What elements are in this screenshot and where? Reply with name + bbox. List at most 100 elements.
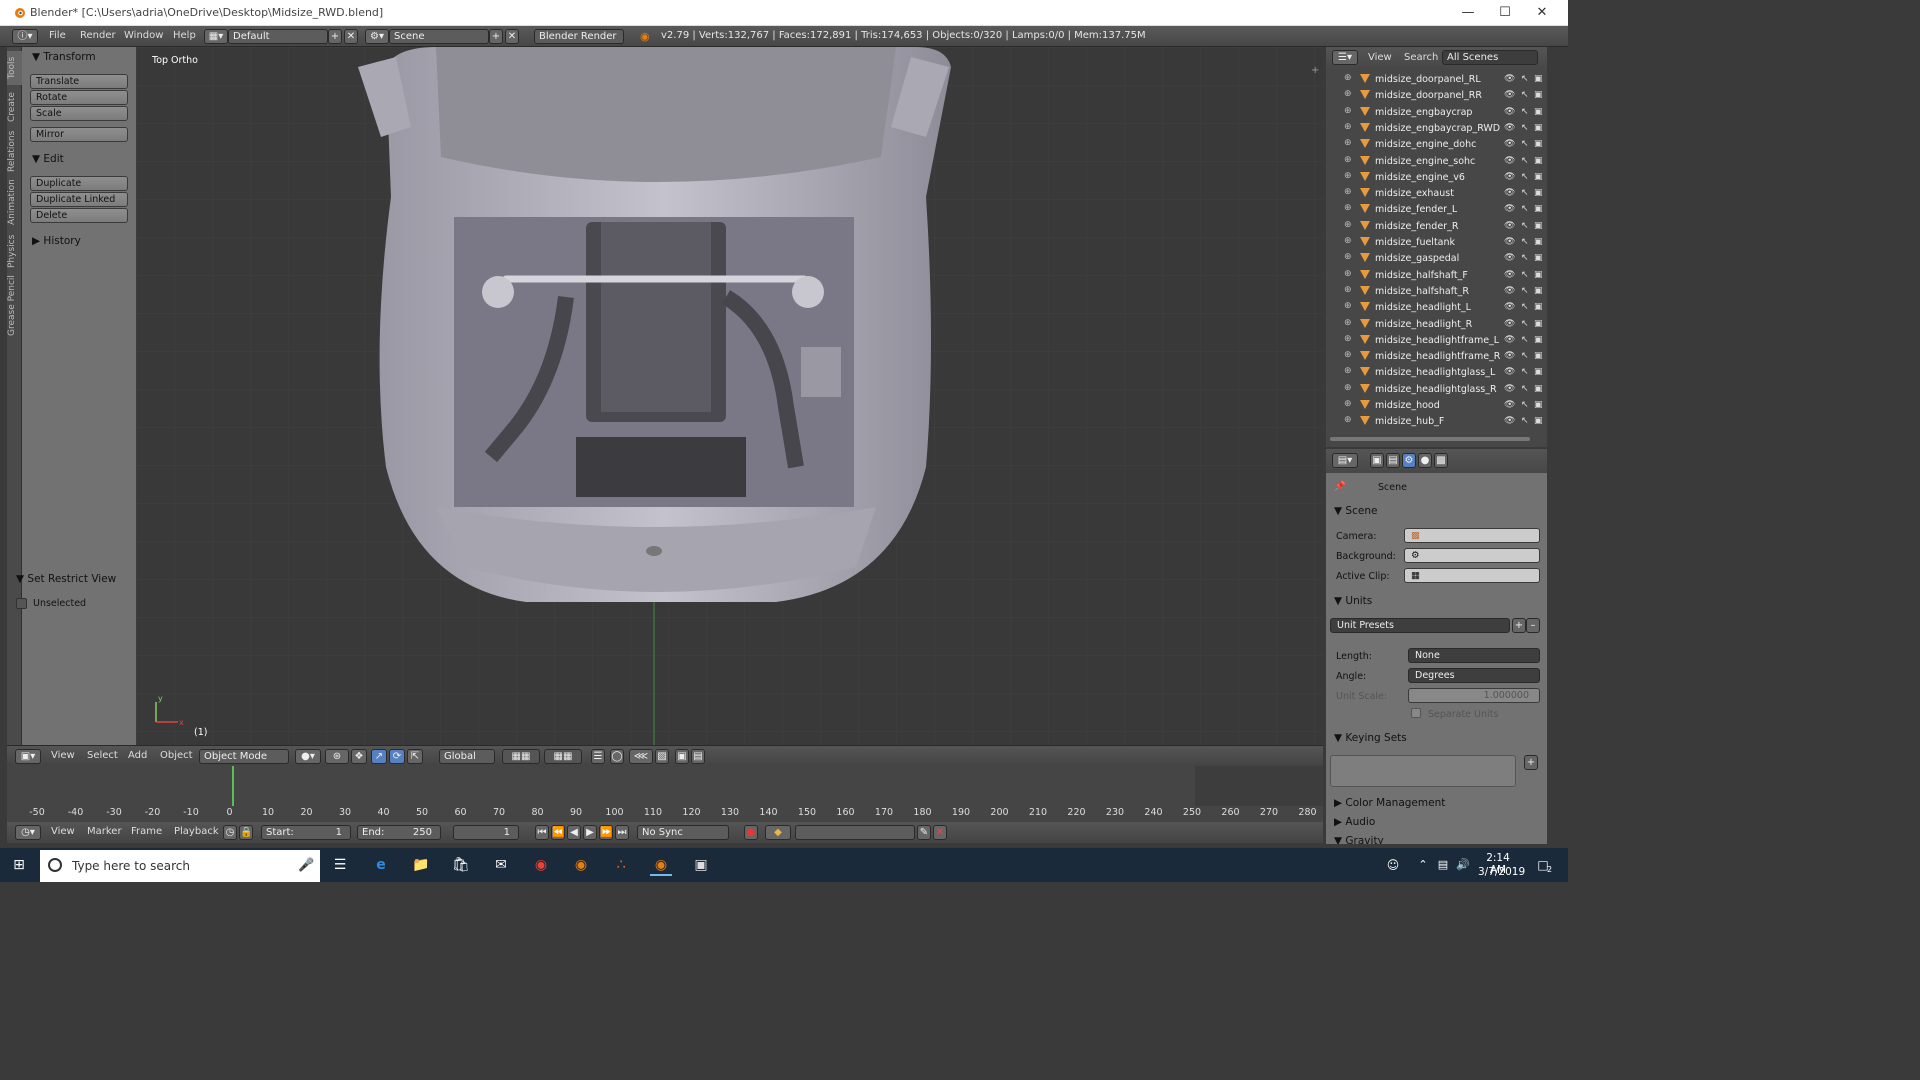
timeline[interactable]: -50 -40 -30 -20 -10 0 10 20 30 40 50 60 70 80 90 100 110… bbox=[7, 766, 1323, 822]
selectability-cursor-icon[interactable]: ↖ bbox=[1521, 351, 1529, 361]
blender-app-icon[interactable]: ◉ bbox=[570, 854, 592, 876]
unit-presets-select[interactable]: Unit Presets bbox=[1330, 618, 1510, 633]
preview-range-icon[interactable]: ◷ bbox=[223, 825, 237, 840]
render-camera-icon[interactable]: ▣ bbox=[1534, 302, 1543, 312]
visibility-eye-icon[interactable]: 👁 bbox=[1504, 107, 1515, 117]
render-camera-icon[interactable]: ▣ bbox=[1534, 351, 1543, 361]
render-camera-icon[interactable]: ▣ bbox=[1534, 221, 1543, 231]
menu-file[interactable]: File bbox=[49, 30, 66, 41]
outliner-item[interactable]: ⊕ midsize_hood 👁 ↖ ▣ bbox=[1326, 399, 1544, 415]
expand-icon[interactable]: ⊕ bbox=[1344, 415, 1352, 425]
selectability-cursor-icon[interactable]: ↖ bbox=[1521, 253, 1529, 263]
edge-browser-icon[interactable]: e bbox=[370, 854, 392, 876]
keying-sets-list[interactable] bbox=[1330, 755, 1516, 787]
expand-icon[interactable]: ⊕ bbox=[1344, 187, 1352, 197]
expand-icon[interactable]: ⊕ bbox=[1344, 366, 1352, 376]
outliner-view-menu[interactable]: View bbox=[1368, 52, 1392, 63]
scene-tab-icon[interactable]: ⚙ bbox=[1402, 453, 1416, 468]
visibility-eye-icon[interactable]: 👁 bbox=[1504, 123, 1515, 133]
visibility-eye-icon[interactable]: 👁 bbox=[1504, 156, 1515, 166]
expand-icon[interactable]: ⊕ bbox=[1344, 73, 1352, 83]
angle-select[interactable]: Degrees bbox=[1408, 668, 1540, 683]
outliner-item[interactable]: ⊕ midsize_engine_dohc 👁 ↖ ▣ bbox=[1326, 138, 1544, 154]
render-camera-icon[interactable]: ▣ bbox=[1534, 253, 1543, 263]
remove-layout-icon[interactable]: ✕ bbox=[344, 29, 358, 44]
render-camera-icon[interactable]: ▣ bbox=[1534, 335, 1543, 345]
rotate-button[interactable]: Rotate bbox=[30, 90, 128, 105]
expand-icon[interactable]: ⊕ bbox=[1344, 155, 1352, 165]
render-camera-icon[interactable]: ▣ bbox=[1534, 156, 1543, 166]
view-menu[interactable]: View bbox=[51, 750, 75, 761]
history-panel-header[interactable]: ▶ History bbox=[32, 235, 81, 247]
add-preset-icon[interactable]: + bbox=[1512, 618, 1526, 633]
render-icon[interactable]: ▣ bbox=[675, 749, 689, 764]
layer-lock-icon[interactable]: ☰ bbox=[591, 749, 605, 764]
end-frame-field[interactable]: End: 250 bbox=[357, 825, 441, 840]
visibility-eye-icon[interactable]: 👁 bbox=[1504, 335, 1515, 345]
start-windows-icon[interactable]: ⊞ bbox=[8, 854, 30, 876]
maximize-button[interactable]: ☐ bbox=[1487, 2, 1523, 24]
outliner-item[interactable]: ⊕ midsize_doorpanel_RL 👁 ↖ ▣ bbox=[1326, 73, 1544, 89]
audio-header[interactable]: ▶ Audio bbox=[1334, 816, 1375, 828]
visibility-eye-icon[interactable]: 👁 bbox=[1504, 90, 1515, 100]
gravity-header[interactable]: ▼ Gravity bbox=[1334, 835, 1384, 844]
outliner-item[interactable]: ⊕ midsize_headlight_L 👁 ↖ ▣ bbox=[1326, 301, 1544, 317]
render-camera-icon[interactable]: ▣ bbox=[1534, 416, 1543, 426]
expand-icon[interactable]: ⊕ bbox=[1344, 269, 1352, 279]
orientation-select[interactable]: Global bbox=[439, 749, 495, 764]
render-anim-icon[interactable]: ▤ bbox=[691, 749, 705, 764]
selectability-cursor-icon[interactable]: ↖ bbox=[1521, 286, 1529, 296]
mail-icon[interactable]: ✉ bbox=[490, 854, 512, 876]
rotate-manipulator-icon[interactable]: ⟳ bbox=[389, 749, 405, 764]
menu-help[interactable]: Help bbox=[173, 30, 196, 41]
visibility-eye-icon[interactable]: 👁 bbox=[1504, 384, 1515, 394]
visibility-eye-icon[interactable]: 👁 bbox=[1504, 286, 1515, 296]
layout-field[interactable]: Default bbox=[228, 29, 328, 44]
region-expand-icon[interactable]: + bbox=[1311, 65, 1319, 76]
outliner-filter-select[interactable]: All Scenes bbox=[1442, 50, 1538, 65]
render-camera-icon[interactable]: ▣ bbox=[1534, 188, 1543, 198]
render-tab-icon[interactable]: ▣ bbox=[1370, 453, 1384, 468]
insert-key-icon[interactable]: ✎ bbox=[917, 825, 931, 840]
outliner-item[interactable]: ⊕ midsize_engbaycrap_RWD 👁 ↖ ▣ bbox=[1326, 122, 1544, 138]
info-editor-icon[interactable]: ⓘ▾ bbox=[12, 29, 38, 44]
scene-field[interactable]: Scene bbox=[389, 29, 489, 44]
delete-button[interactable]: Delete bbox=[30, 208, 128, 223]
expand-icon[interactable]: ⊕ bbox=[1344, 236, 1352, 246]
outliner-item[interactable]: ⊕ midsize_fueltank 👁 ↖ ▣ bbox=[1326, 236, 1544, 252]
volume-icon[interactable]: 🔊 bbox=[1452, 854, 1474, 876]
playback-menu[interactable]: Playback bbox=[174, 826, 219, 837]
expand-icon[interactable]: ⊕ bbox=[1344, 318, 1352, 328]
jump-start-icon[interactable]: ⏮ bbox=[535, 825, 549, 840]
render-camera-icon[interactable]: ▣ bbox=[1534, 367, 1543, 377]
screen-layout-icon[interactable]: ▦▾ bbox=[204, 29, 228, 44]
microphone-icon[interactable]: 🎤 bbox=[298, 858, 314, 873]
tab-physics[interactable]: Physics bbox=[7, 231, 22, 271]
active-clip-field[interactable]: ▦ bbox=[1404, 568, 1540, 583]
blender-render-window-icon[interactable]: ▣ bbox=[690, 854, 712, 876]
selectability-cursor-icon[interactable]: ↖ bbox=[1521, 139, 1529, 149]
outliner-item[interactable]: ⊕ midsize_exhaust 👁 ↖ ▣ bbox=[1326, 187, 1544, 203]
expand-icon[interactable]: ⊕ bbox=[1344, 399, 1352, 409]
start-frame-field[interactable]: Start: 1 bbox=[261, 825, 351, 840]
outliner-item[interactable]: ⊕ midsize_headlightframe_L 👁 ↖ ▣ bbox=[1326, 334, 1544, 350]
outliner-item[interactable]: ⊕ midsize_engine_sohc 👁 ↖ ▣ bbox=[1326, 155, 1544, 171]
visibility-eye-icon[interactable]: 👁 bbox=[1504, 319, 1515, 329]
outliner-item[interactable]: ⊕ midsize_halfshaft_R 👁 ↖ ▣ bbox=[1326, 285, 1544, 301]
add-menu[interactable]: Add bbox=[128, 750, 147, 761]
taskbar-search-box[interactable]: Type here to search 🎤 bbox=[40, 850, 320, 882]
render-camera-icon[interactable]: ▣ bbox=[1534, 107, 1543, 117]
snap-icon[interactable]: ⋘ bbox=[629, 749, 653, 764]
expand-icon[interactable]: ⊕ bbox=[1344, 220, 1352, 230]
close-button[interactable]: ✕ bbox=[1524, 2, 1560, 24]
visibility-eye-icon[interactable]: 👁 bbox=[1504, 237, 1515, 247]
outliner[interactable]: ☰▾ View Search All Scenes ⊕ midsize_doorp… bbox=[1326, 47, 1547, 447]
scene-icon[interactable]: ⚙▾ bbox=[365, 29, 389, 44]
scene-panel-header[interactable]: ▼ Scene bbox=[1334, 505, 1377, 517]
separate-units-checkbox[interactable] bbox=[1411, 708, 1421, 718]
keyframe-icon[interactable]: ◆ bbox=[765, 825, 791, 840]
translate-button[interactable]: Translate bbox=[30, 74, 128, 89]
expand-icon[interactable]: ⊕ bbox=[1344, 301, 1352, 311]
visibility-eye-icon[interactable]: 👁 bbox=[1504, 74, 1515, 84]
network-icon[interactable]: ▤ bbox=[1432, 854, 1454, 876]
